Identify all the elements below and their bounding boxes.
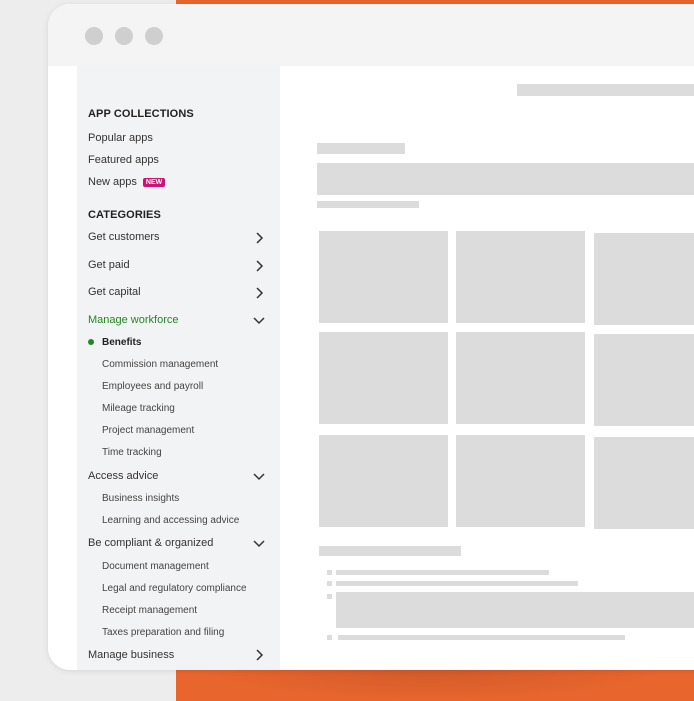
sidebar-subitem-employees-payroll[interactable]: Employees and payroll — [102, 381, 203, 392]
sidebar-item-new-apps[interactable]: New apps NEW — [88, 176, 268, 188]
app-collections-heading: APP COLLECTIONS — [88, 108, 194, 120]
subtitle-placeholder — [317, 201, 419, 208]
chevron-right-icon[interactable] — [252, 231, 266, 245]
text-line-placeholder — [336, 570, 549, 575]
sidebar-subitem-project-management[interactable]: Project management — [102, 425, 194, 436]
app-card-placeholder[interactable] — [456, 231, 585, 323]
bullet-placeholder — [327, 635, 332, 640]
chevron-down-icon[interactable] — [252, 469, 266, 483]
main-content-placeholder — [280, 66, 694, 670]
sidebar-subitem-learning-advice[interactable]: Learning and accessing advice — [102, 515, 239, 526]
sidebar-item-get-customers[interactable]: Get customers — [88, 231, 268, 243]
text-line-placeholder — [338, 635, 625, 640]
bullet-placeholder — [327, 581, 332, 586]
window-titlebar — [48, 4, 694, 66]
sidebar-item-featured-apps[interactable]: Featured apps — [88, 154, 268, 166]
app-card-placeholder[interactable] — [456, 332, 585, 424]
chevron-down-icon[interactable] — [252, 313, 266, 327]
sidebar-item-access-advice[interactable]: Access advice — [88, 470, 268, 482]
sidebar-subitem-receipt-management[interactable]: Receipt management — [102, 605, 197, 616]
sidebar-item-popular-apps[interactable]: Popular apps — [88, 132, 268, 144]
app-card-placeholder[interactable] — [594, 437, 694, 529]
block-placeholder — [336, 592, 694, 628]
sidebar-subitem-document-management[interactable]: Document management — [102, 561, 209, 572]
chevron-right-icon[interactable] — [252, 648, 266, 662]
categories-heading: CATEGORIES — [88, 209, 161, 221]
app-card-placeholder[interactable] — [594, 233, 694, 325]
section-title-placeholder — [319, 546, 461, 556]
sidebar-subitem-taxes-filing[interactable]: Taxes preparation and filing — [102, 627, 224, 638]
title-placeholder — [317, 143, 405, 154]
window-control-dot[interactable] — [85, 27, 103, 45]
chevron-right-icon[interactable] — [252, 286, 266, 300]
bullet-placeholder — [327, 570, 332, 575]
sidebar-subitem-business-insights[interactable]: Business insights — [102, 493, 179, 504]
sidebar-subitem-commission-management[interactable]: Commission management — [102, 359, 218, 370]
app-card-placeholder[interactable] — [319, 435, 448, 527]
active-dot-icon — [88, 339, 94, 345]
header-placeholder — [517, 84, 694, 96]
sidebar-item-manage-workforce[interactable]: Manage workforce — [88, 314, 268, 326]
sidebar-item-label: New apps — [88, 176, 137, 188]
bullet-placeholder — [327, 594, 332, 599]
sidebar-item-compliant-organized[interactable]: Be compliant & organized — [88, 537, 268, 549]
banner-placeholder — [317, 163, 694, 195]
new-badge: NEW — [142, 178, 166, 187]
chevron-down-icon[interactable] — [252, 536, 266, 550]
sidebar: APP COLLECTIONS Popular apps Featured ap… — [77, 66, 280, 670]
text-line-placeholder — [336, 581, 578, 586]
window-control-dot[interactable] — [145, 27, 163, 45]
browser-window: APP COLLECTIONS Popular apps Featured ap… — [48, 4, 694, 670]
app-card-placeholder[interactable] — [319, 332, 448, 424]
sidebar-item-manage-business[interactable]: Manage business — [88, 649, 268, 661]
sidebar-item-get-capital[interactable]: Get capital — [88, 286, 268, 298]
sidebar-subitem-mileage-tracking[interactable]: Mileage tracking — [102, 403, 175, 414]
sidebar-item-get-paid[interactable]: Get paid — [88, 259, 268, 271]
background-orange-bottom — [176, 668, 694, 701]
app-card-placeholder[interactable] — [456, 435, 585, 527]
app-card-placeholder[interactable] — [319, 231, 448, 323]
app-card-placeholder[interactable] — [594, 334, 694, 426]
chevron-right-icon[interactable] — [252, 259, 266, 273]
window-control-dot[interactable] — [115, 27, 133, 45]
sidebar-subitem-benefits[interactable]: Benefits — [102, 337, 141, 348]
sidebar-subitem-time-tracking[interactable]: Time tracking — [102, 447, 162, 458]
sidebar-subitem-legal-compliance[interactable]: Legal and regulatory compliance — [102, 583, 247, 594]
